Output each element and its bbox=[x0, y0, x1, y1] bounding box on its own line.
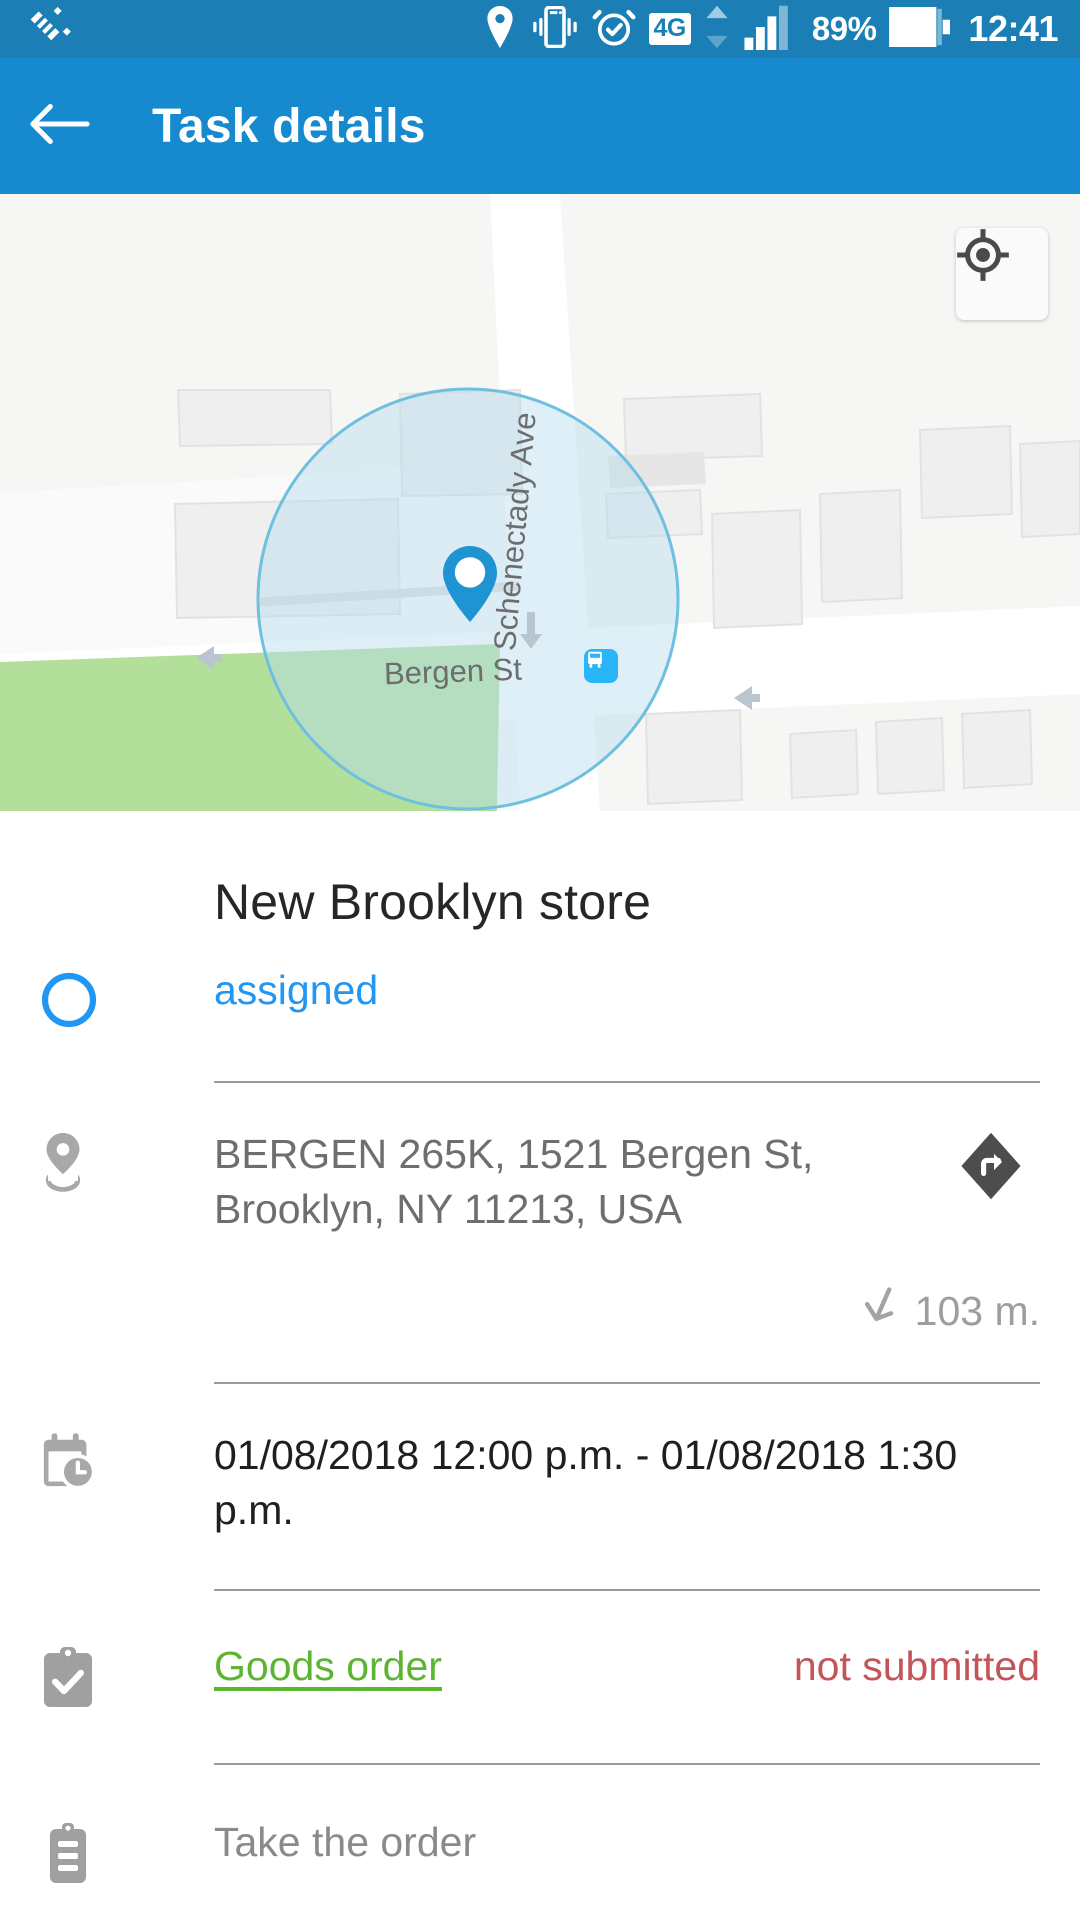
task-title: New Brooklyn store bbox=[214, 874, 652, 930]
status-row[interactable]: assigned bbox=[0, 931, 1080, 1081]
my-location-button[interactable] bbox=[956, 228, 1048, 320]
map-view[interactable]: Bergen St Schenectady Ave bbox=[0, 194, 1080, 811]
address-line-2: Brooklyn, NY 11213, USA bbox=[214, 1185, 682, 1232]
battery-icon bbox=[889, 6, 951, 52]
navigate-directions-icon bbox=[954, 1132, 1028, 1207]
back-arrow-icon bbox=[29, 100, 91, 153]
satellite-icon bbox=[26, 4, 72, 55]
clipboard-lines-icon bbox=[40, 1819, 214, 1885]
address-line-1: BERGEN 265K, 1521 Bergen St, bbox=[214, 1131, 814, 1177]
task-details-screen: 4G 89% 12:41 Task details Bergen St Sche… bbox=[0, 0, 1080, 1920]
address-row[interactable]: BERGEN 265K, 1521 Bergen St, Brooklyn, N… bbox=[0, 1083, 1080, 1258]
back-button[interactable] bbox=[0, 100, 120, 153]
vibrate-icon bbox=[531, 5, 579, 53]
battery-percentage: 89% bbox=[811, 10, 877, 47]
goods-order-link[interactable]: Goods order bbox=[214, 1643, 442, 1690]
app-bar: Task details bbox=[0, 58, 1080, 194]
bus-stop-icon bbox=[584, 649, 618, 683]
navigate-button[interactable] bbox=[954, 1129, 1028, 1208]
distance-value: 103 m. bbox=[914, 1287, 1040, 1334]
schedule-line-2: p.m. bbox=[214, 1487, 294, 1534]
goods-order-row[interactable]: Goods order not submitted bbox=[0, 1591, 1080, 1763]
clock: 12:41 bbox=[968, 8, 1058, 49]
page-title: Task details bbox=[152, 99, 426, 153]
take-order-label: Take the order bbox=[214, 1818, 477, 1865]
alarm-icon bbox=[592, 5, 636, 54]
clipboard-check-icon bbox=[40, 1643, 214, 1709]
status-bar: 4G 89% 12:41 bbox=[0, 0, 1080, 58]
goods-order-status: not submitted bbox=[793, 1642, 1040, 1689]
status-label: assigned bbox=[214, 967, 379, 1013]
location-pin-icon bbox=[40, 1127, 214, 1193]
data-arrows-icon bbox=[704, 4, 730, 55]
circle-outline-icon bbox=[40, 967, 214, 1029]
distance-row: 103 m. bbox=[0, 1258, 1080, 1382]
arrow-down-left-icon bbox=[861, 1284, 899, 1338]
map-street-label-bergen: Bergen St bbox=[383, 651, 523, 692]
schedule-row[interactable]: 01/08/2018 12:00 p.m. - 01/08/2018 1:30 … bbox=[0, 1384, 1080, 1589]
take-order-row[interactable]: Take the order bbox=[0, 1765, 1080, 1920]
calendar-clock-icon bbox=[40, 1428, 214, 1492]
signal-bars-icon bbox=[743, 4, 799, 55]
task-details-list: New Brooklyn store assigned BERGEN 265K,… bbox=[0, 811, 1080, 1920]
schedule-line-1: 01/08/2018 12:00 p.m. - 01/08/2018 1:30 bbox=[214, 1432, 958, 1479]
location-icon bbox=[482, 5, 518, 53]
network-type-badge: 4G bbox=[648, 13, 691, 45]
